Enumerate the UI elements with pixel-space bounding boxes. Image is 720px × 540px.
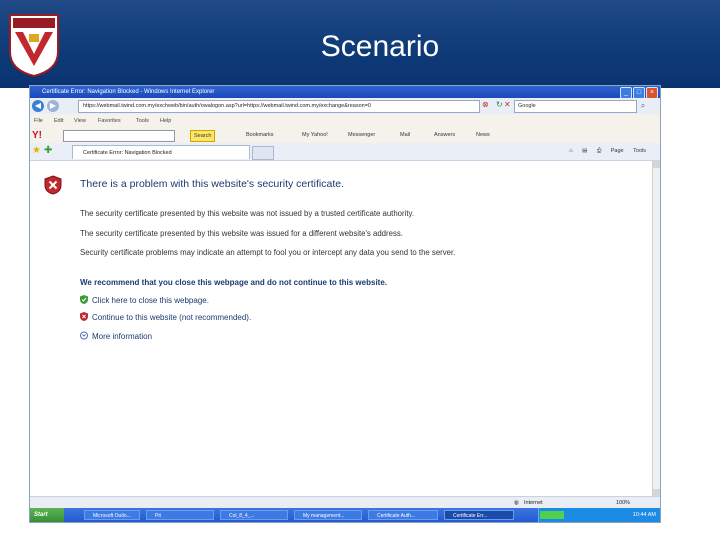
tools-menu[interactable]: Tools	[633, 148, 646, 154]
tray-status-indicator	[540, 511, 564, 519]
start-button[interactable]: Start	[30, 508, 64, 522]
close-page-link-row[interactable]: Click here to close this webpage.	[80, 295, 209, 305]
system-tray: 10:44 AM	[538, 508, 660, 522]
yahoo-logo-icon[interactable]: Y!	[32, 129, 42, 142]
yahoo-answers[interactable]: Answers	[434, 130, 455, 140]
window-titlebar: Certificate Error: Navigation Blocked - …	[30, 86, 660, 99]
continue-link-row[interactable]: Continue to this website (not recommende…	[80, 312, 251, 322]
task-management[interactable]: My management...	[294, 510, 362, 520]
recommendation-text: We recommend that you close this webpage…	[80, 278, 387, 287]
close-page-link[interactable]: Click here to close this webpage.	[92, 296, 209, 305]
yahoo-messenger[interactable]: Messenger	[348, 130, 375, 140]
refresh-icon[interactable]: ↻	[496, 100, 503, 109]
task-col[interactable]: Col_8_4_...	[220, 510, 288, 520]
search-input[interactable]: Google	[514, 100, 637, 113]
expand-chevron-icon	[80, 331, 88, 340]
print-icon[interactable]: ⎙	[597, 148, 601, 154]
new-tab-button[interactable]	[252, 146, 274, 160]
yahoo-toolbar: Y! Search Bookmarks My Yahoo! Messenger …	[30, 128, 660, 144]
yahoo-search-input[interactable]	[63, 130, 175, 142]
certificate-error-icon[interactable]: ⊗	[482, 100, 489, 109]
vertical-scrollbar[interactable]	[652, 161, 660, 496]
search-icon[interactable]: ⌕	[638, 100, 648, 111]
yahoo-my-yahoo[interactable]: My Yahoo!	[302, 130, 328, 140]
scroll-up-button[interactable]	[653, 161, 660, 168]
forward-button[interactable]: ▶	[47, 100, 59, 112]
error-para-warning: Security certificate problems may indica…	[80, 248, 456, 257]
menu-bar: File Edit View Favorites Tools Help	[30, 114, 660, 128]
feeds-icon[interactable]: ▤	[582, 148, 587, 154]
continue-website-link[interactable]: Continue to this website (not recommende…	[92, 313, 251, 322]
slide-title: Scenario	[320, 30, 440, 63]
url-input[interactable]: https://webmail.twind.com.my/exchweb/bin…	[78, 100, 480, 113]
menu-favorites[interactable]: Favorites	[98, 114, 121, 128]
menu-view[interactable]: View	[74, 114, 86, 128]
clock: 10:44 AM	[632, 512, 656, 518]
command-bar: ⌂ ▤ ⎙ Page Tools	[561, 143, 646, 160]
error-para-mismatch: The security certificate presented by th…	[80, 229, 403, 238]
error-heading: There is a problem with this website's s…	[80, 178, 345, 190]
red-shield-icon	[80, 312, 88, 321]
tab-row: ★ ✚ Certificate Error: Navigation Blocke…	[30, 143, 660, 161]
more-information-row[interactable]: More information	[80, 331, 152, 341]
scroll-down-button[interactable]	[653, 489, 660, 496]
home-icon[interactable]: ⌂	[569, 148, 572, 154]
browser-screenshot: Certificate Error: Navigation Blocked - …	[30, 86, 660, 522]
task-outlook[interactable]: Microsoft Outlo...	[84, 510, 140, 520]
error-para-untrusted: The security certificate presented by th…	[80, 209, 414, 218]
back-button[interactable]: ◀	[32, 100, 44, 112]
yahoo-search-button[interactable]: Search	[190, 130, 216, 142]
more-information-link[interactable]: More information	[92, 332, 152, 341]
green-shield-icon	[80, 295, 88, 304]
menu-help[interactable]: Help	[160, 114, 171, 128]
stop-icon[interactable]: ✕	[504, 100, 511, 109]
tab-certificate-error[interactable]: Certificate Error: Navigation Blocked	[72, 145, 250, 159]
yahoo-mail[interactable]: Mail	[400, 130, 410, 140]
error-page: There is a problem with this website's s…	[30, 161, 653, 496]
task-certificate-error[interactable]: Certificate Err...	[444, 510, 514, 520]
menu-file[interactable]: File	[34, 114, 43, 128]
windows-taskbar: Start Microsoft Outlo... Pit Col_8_4_...…	[30, 508, 660, 522]
yahoo-news[interactable]: News	[476, 130, 490, 140]
add-favorites-icon[interactable]: ✚	[44, 145, 52, 156]
page-menu[interactable]: Page	[611, 148, 624, 154]
task-pit[interactable]: Pit	[146, 510, 214, 520]
window-title: Certificate Error: Navigation Blocked - …	[42, 89, 215, 95]
yahoo-bookmarks[interactable]: Bookmarks	[246, 130, 274, 140]
shield-error-icon	[44, 175, 62, 195]
task-certificate-auth[interactable]: Certificate Auth...	[368, 510, 438, 520]
menu-tools[interactable]: Tools	[136, 114, 149, 128]
slide-header: Scenario	[0, 0, 720, 88]
address-bar: ◀ ▶ https://webmail.twind.com.my/exchweb…	[30, 98, 660, 115]
menu-edit[interactable]: Edit	[54, 114, 63, 128]
favorites-star-icon[interactable]: ★	[32, 145, 41, 156]
